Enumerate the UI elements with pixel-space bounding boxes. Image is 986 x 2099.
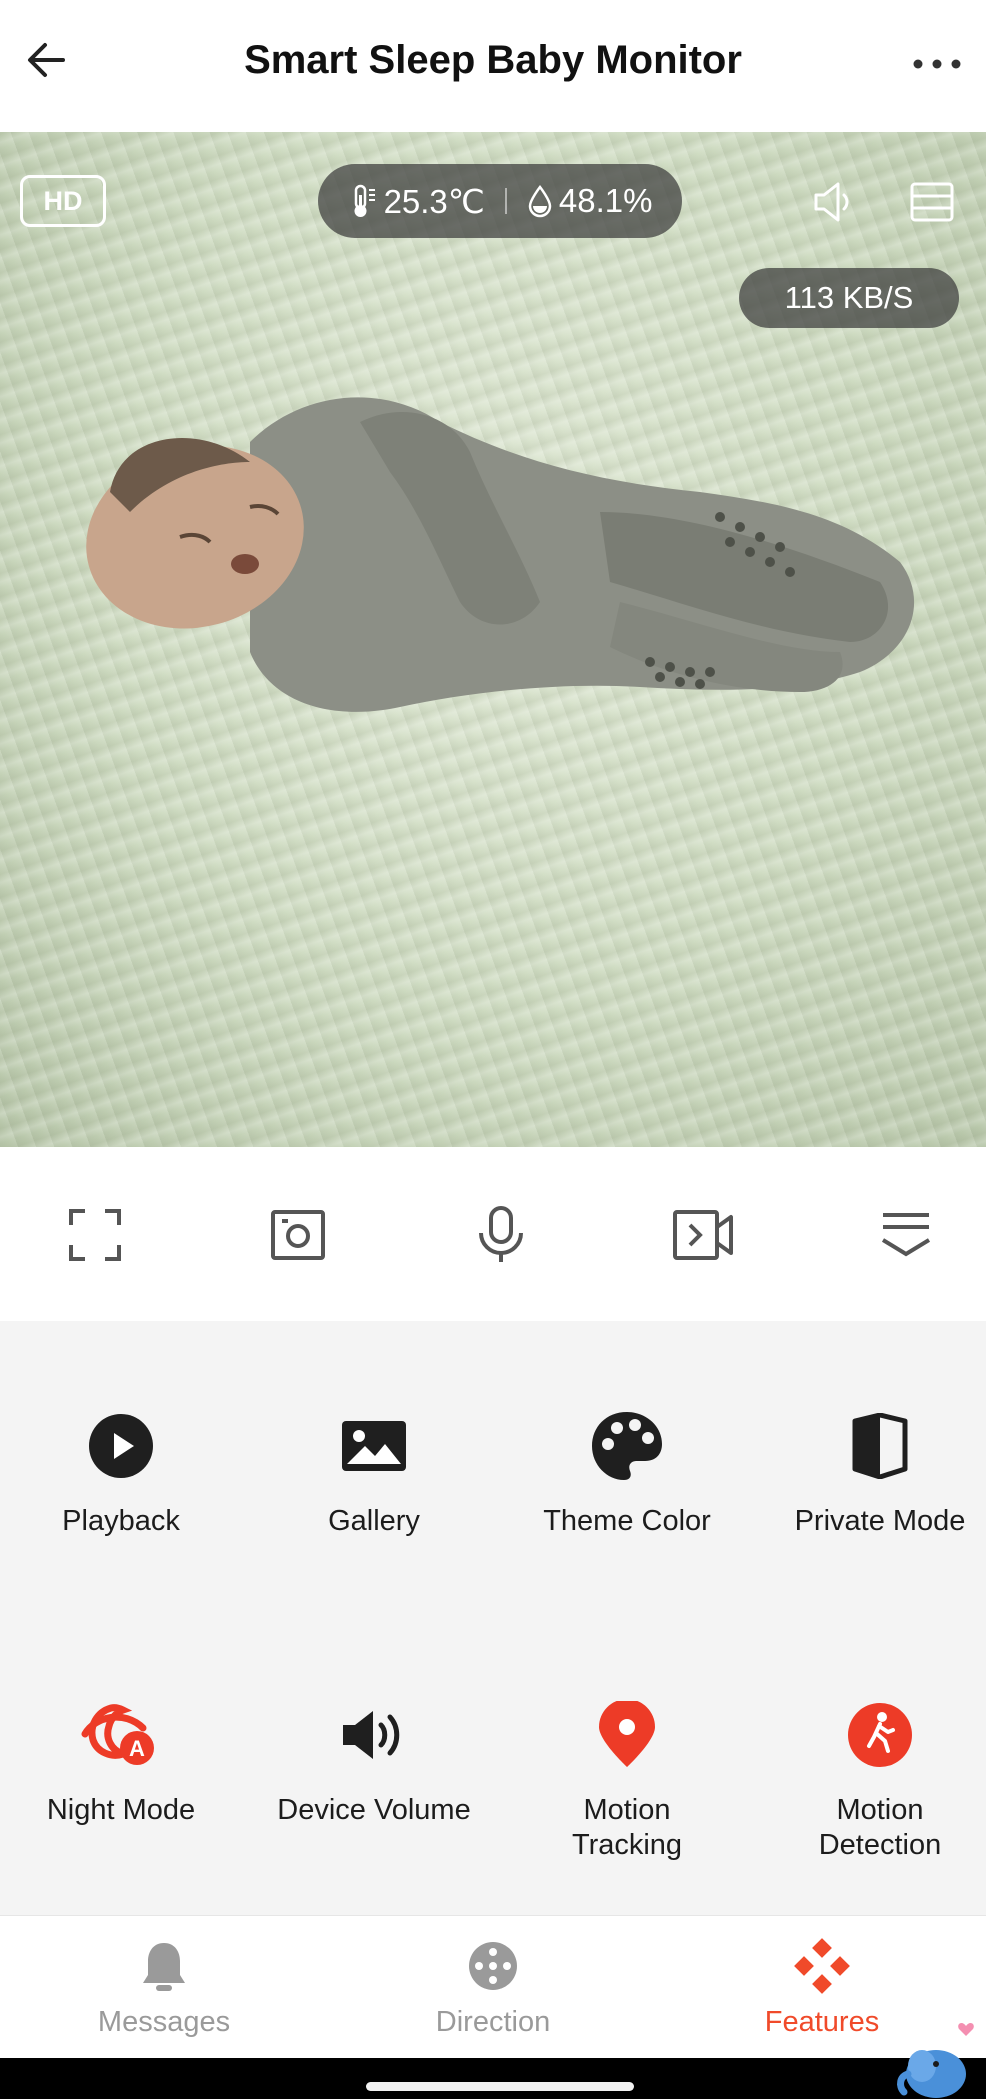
bell-icon xyxy=(143,1943,185,1991)
feature-gallery[interactable]: Gallery xyxy=(251,1406,497,1539)
temperature-value: 25.3℃ xyxy=(383,182,485,220)
video-control-bar xyxy=(0,1147,986,1321)
more-options-button[interactable] xyxy=(902,36,972,92)
tab-direction[interactable]: Direction xyxy=(329,1916,657,2059)
feature-label: Motion Detection xyxy=(818,1794,942,1861)
tab-messages[interactable]: Messages xyxy=(0,1916,328,2059)
live-video-view[interactable]: HD 25.3℃ 48.1% 113 KB/S xyxy=(0,132,986,1147)
feature-label: Device Volume xyxy=(277,1794,471,1826)
snapshot-button[interactable] xyxy=(263,1203,333,1267)
features-grid-icon xyxy=(794,1938,850,1994)
feature-motion-detection[interactable]: Motion Detection xyxy=(757,1695,986,1863)
humidity-value: 48.1% xyxy=(558,182,653,219)
elephant-mascot-icon xyxy=(897,2022,974,2098)
app-header: Smart Sleep Baby Monitor xyxy=(0,0,986,132)
collapse-button[interactable] xyxy=(871,1203,941,1267)
environment-readout: 25.3℃ 48.1% xyxy=(318,164,682,238)
image-icon xyxy=(342,1421,406,1471)
record-icon xyxy=(673,1210,733,1260)
tab-label: Features xyxy=(764,2006,880,2038)
feature-motion-tracking[interactable]: Motion Tracking xyxy=(504,1695,750,1863)
feature-playback[interactable]: Playback xyxy=(0,1406,244,1539)
more-dots-icon xyxy=(913,59,961,69)
play-circle-icon xyxy=(89,1414,153,1478)
bottom-navigation: Messages Direction Features xyxy=(0,1915,986,2058)
record-button[interactable] xyxy=(668,1203,738,1267)
svg-text:A: A xyxy=(129,1736,145,1761)
microphone-icon xyxy=(479,1206,523,1262)
tab-label: Direction xyxy=(435,2006,551,2038)
collapse-icon xyxy=(881,1213,931,1257)
fullscreen-button[interactable] xyxy=(60,1203,130,1267)
bitrate-readout: 113 KB/S xyxy=(739,268,959,328)
palette-icon xyxy=(592,1412,662,1480)
feature-label: Motion Tracking xyxy=(571,1794,683,1861)
night-auto-icon: A xyxy=(81,1704,154,1765)
features-panel: Playback Gallery Theme Color Private Mod… xyxy=(0,1321,986,1915)
feature-device-volume[interactable]: Device Volume xyxy=(251,1695,497,1828)
tab-label: Messages xyxy=(97,2006,231,2038)
system-nav-bar xyxy=(0,2058,986,2099)
feature-night-mode[interactable]: A Night Mode xyxy=(0,1695,244,1828)
thermometer-icon xyxy=(354,184,375,217)
speaker-button[interactable] xyxy=(806,174,862,230)
split-screen-icon xyxy=(910,182,954,222)
layout-button[interactable] xyxy=(904,174,960,230)
location-pin-icon xyxy=(599,1701,655,1767)
snapshot-icon xyxy=(271,1210,325,1260)
feature-label: Private Mode xyxy=(794,1505,966,1537)
feature-theme-color[interactable]: Theme Color xyxy=(504,1406,750,1539)
readout-divider xyxy=(504,188,507,214)
feature-label: Gallery xyxy=(328,1505,420,1537)
back-button[interactable] xyxy=(16,30,76,90)
feature-label: Theme Color xyxy=(543,1505,711,1537)
fullscreen-icon xyxy=(69,1209,121,1261)
speaker-icon xyxy=(814,182,849,222)
feature-private-mode[interactable]: Private Mode xyxy=(757,1406,986,1539)
arrow-left-icon xyxy=(28,43,65,77)
walking-person-icon xyxy=(848,1703,912,1767)
feature-label: Night Mode xyxy=(46,1794,196,1826)
shield-half-icon xyxy=(852,1413,908,1479)
home-indicator[interactable] xyxy=(366,2082,634,2091)
humidity-drop-icon xyxy=(528,184,552,218)
page-title: Smart Sleep Baby Monitor xyxy=(244,38,742,82)
microphone-button[interactable] xyxy=(466,1203,536,1267)
volume-icon xyxy=(343,1711,400,1759)
direction-pad-icon xyxy=(469,1942,517,1990)
feature-label: Playback xyxy=(62,1505,180,1537)
quality-toggle-button[interactable]: HD xyxy=(20,175,106,227)
